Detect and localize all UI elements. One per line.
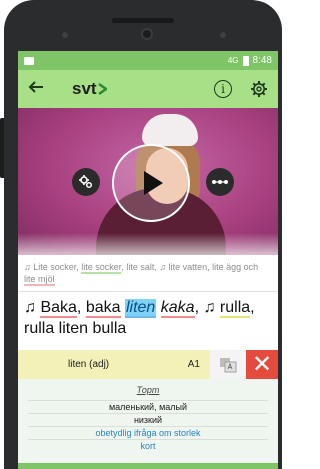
lyric-note: ♫ <box>24 299 41 316</box>
network-label: 4G <box>227 56 239 65</box>
translate-button[interactable] <box>210 350 246 379</box>
battery-icon <box>242 55 249 66</box>
lyric-sep: , <box>250 299 255 316</box>
clock: 8:48 <box>252 55 272 66</box>
close-icon: ✕ <box>251 350 273 378</box>
info-icon: i <box>221 82 225 96</box>
notification-icon <box>24 56 34 65</box>
logo-text: svt <box>72 79 97 98</box>
dictionary-body: Торт маленький, малый низкий obetydlig i… <box>18 379 278 469</box>
appbar-actions: i <box>214 80 268 98</box>
app-bar: svt i <box>18 70 278 108</box>
part-of-speech: Торт <box>136 385 160 395</box>
settings-button[interactable] <box>250 80 268 98</box>
status-right: 4G 8:48 <box>228 55 272 66</box>
lyric-text: ♫ Lite socker, <box>24 262 82 272</box>
more-dots-icon <box>212 180 228 184</box>
gear-icon <box>251 81 267 97</box>
lyric-word[interactable]: lite socker <box>81 262 122 274</box>
translate-icon <box>220 357 237 372</box>
dictionary-popup: liten (adj) A1 ✕ Торт маленький, малый н… <box>18 350 278 469</box>
back-button[interactable] <box>28 79 52 99</box>
lyric-word[interactable]: lite mjöl <box>24 274 55 286</box>
play-icon <box>144 171 163 195</box>
level-badge: A1 <box>187 359 200 370</box>
phone-sensor <box>220 32 226 38</box>
dictionary-word: liten (adj) <box>68 359 110 370</box>
info-button[interactable]: i <box>214 80 232 98</box>
previous-lyric-line: ♫ Lite socker, lite socker, lite salt, ♫… <box>18 255 278 286</box>
bottom-accent-bar <box>18 463 278 469</box>
lyric-text: , lite salt, ♫ lite vatten, lite ägg och <box>121 262 259 272</box>
current-lyric-line: ♫ Baka, baka liten kaka, ♫ rulla, rulla … <box>18 292 278 339</box>
lyric-sep: , ♫ <box>194 299 220 316</box>
lyric-word[interactable]: rulla liten bulla <box>24 320 126 337</box>
translation-row: маленький, малый <box>28 400 268 413</box>
lyric-word[interactable]: rulla <box>219 299 251 318</box>
video-fade <box>18 233 278 255</box>
lyric-word-selected[interactable]: liten <box>124 299 157 318</box>
status-bar: 4G 8:48 <box>18 51 278 70</box>
video-settings-button[interactable] <box>72 168 100 196</box>
dictionary-header: liten (adj) A1 ✕ <box>18 350 278 379</box>
video-figure-hat <box>142 114 198 146</box>
definition-link[interactable]: kort <box>28 439 268 452</box>
lyric-word[interactable]: kaka <box>160 299 195 318</box>
translation-row: низкий <box>28 413 268 426</box>
close-button[interactable]: ✕ <box>246 350 278 379</box>
phone-sensor <box>62 32 68 38</box>
svt-logo: svt <box>72 79 107 99</box>
lyric-word[interactable]: Baka <box>40 299 77 318</box>
phone-camera <box>141 28 153 40</box>
phone-frame: 4G 8:48 svt i ♫ Lite socker, lite socker… <box>0 0 282 469</box>
svt-mark-icon <box>97 83 107 95</box>
definition-link[interactable]: obetydlig ifråga om storlek <box>28 426 268 439</box>
arrow-left-icon <box>28 81 43 93</box>
app-screen: 4G 8:48 svt i ♫ Lite socker, lite socker… <box>18 51 278 469</box>
lyric-sep: , <box>76 299 86 316</box>
more-options-button[interactable] <box>206 168 234 196</box>
video-player[interactable] <box>18 108 278 255</box>
phone-speaker <box>112 18 174 23</box>
lyric-word[interactable]: baka <box>85 299 121 318</box>
play-button[interactable] <box>112 144 190 222</box>
dictionary-word-bar: liten (adj) A1 <box>18 350 210 379</box>
settings-gears-icon <box>79 175 93 189</box>
